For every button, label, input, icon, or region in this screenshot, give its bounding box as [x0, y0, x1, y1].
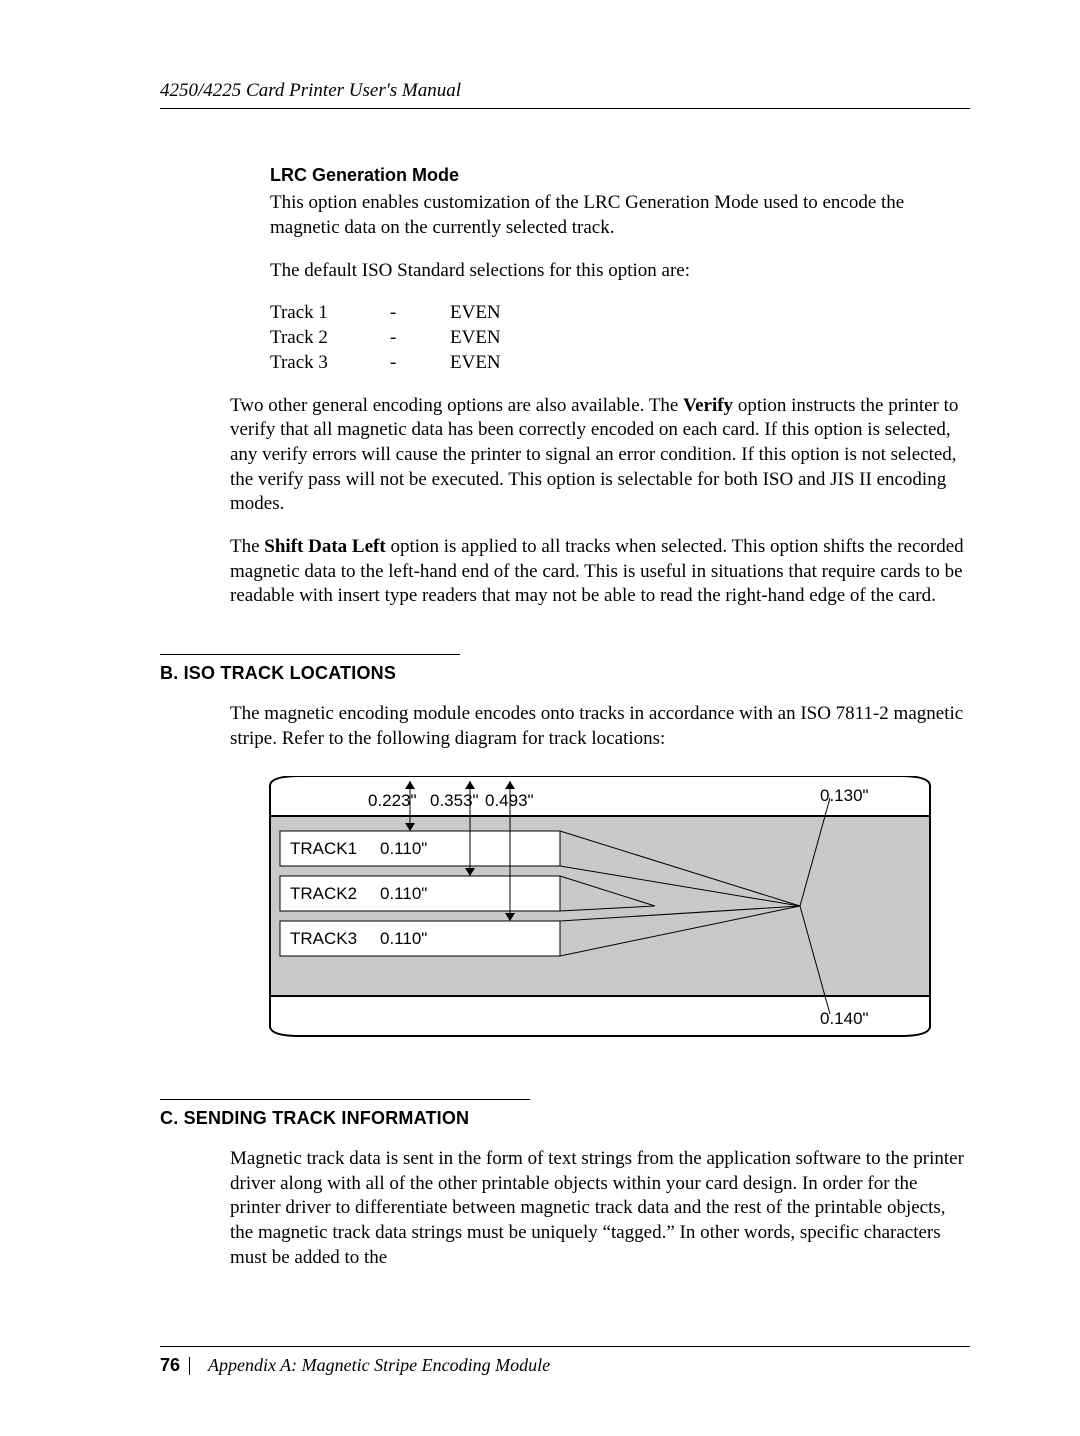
diagram-track2-label: TRACK2 [290, 884, 357, 903]
footer-divider [189, 1357, 190, 1375]
section-divider [160, 1099, 530, 1100]
dash: - [390, 326, 410, 351]
text: The [230, 536, 264, 557]
verify-option-label: Verify [683, 395, 733, 416]
lrc-para-2: The default ISO Standard selections for … [270, 259, 970, 284]
text: Two other general encoding options are a… [230, 395, 683, 416]
section-c-heading: C. SENDING TRACK INFORMATION [160, 1108, 970, 1129]
verify-para: Two other general encoding options are a… [230, 394, 970, 517]
page: 4250/4225 Card Printer User's Manual LRC… [0, 0, 1080, 1436]
table-row: Track 2 - EVEN [270, 326, 970, 351]
section-c-body: Magnetic track data is sent in the form … [230, 1147, 970, 1270]
track-value: EVEN [450, 301, 530, 326]
dash: - [390, 351, 410, 376]
table-row: Track 3 - EVEN [270, 351, 970, 376]
edge-top: 0.130" [820, 786, 869, 805]
section-c-para: Magnetic track data is sent in the form … [230, 1147, 970, 1270]
diagram-track1-width: 0.110" [380, 839, 427, 858]
page-number: 76 [160, 1355, 180, 1375]
lrc-defaults-table: Track 1 - EVEN Track 2 - EVEN Track 3 - … [270, 301, 970, 375]
offset-c: 0.493" [485, 791, 534, 810]
dash: - [390, 301, 410, 326]
track-label: Track 1 [270, 301, 350, 326]
track-label: Track 2 [270, 326, 350, 351]
general-options: Two other general encoding options are a… [230, 394, 970, 610]
track-value: EVEN [450, 326, 530, 351]
diagram-track1-label: TRACK1 [290, 839, 357, 858]
lrc-section: LRC Generation Mode This option enables … [270, 164, 970, 376]
diagram-track2-width: 0.110" [380, 884, 427, 903]
section-divider [160, 654, 460, 655]
offset-b: 0.353" [430, 791, 479, 810]
shift-para: The Shift Data Left option is applied to… [230, 535, 970, 609]
footer-text: Appendix A: Magnetic Stripe Encoding Mod… [208, 1355, 550, 1375]
diagram-track3-label: TRACK3 [290, 929, 357, 948]
diagram-track3-width: 0.110" [380, 929, 427, 948]
track-label: Track 3 [270, 351, 350, 376]
section-b-para: The magnetic encoding module encodes ont… [230, 702, 970, 751]
track-value: EVEN [450, 351, 530, 376]
edge-bottom: 0.140" [820, 1009, 869, 1028]
section-b-heading: B. ISO TRACK LOCATIONS [160, 663, 970, 684]
running-header: 4250/4225 Card Printer User's Manual [160, 80, 970, 109]
track-location-diagram: TRACK1 0.110" TRACK2 0.110" TRACK3 0.110… [260, 776, 970, 1054]
lrc-para-1: This option enables customization of the… [270, 191, 970, 240]
shift-option-label: Shift Data Left [264, 536, 385, 557]
page-footer: 76 Appendix A: Magnetic Stripe Encoding … [160, 1346, 970, 1376]
table-row: Track 1 - EVEN [270, 301, 970, 326]
offset-a: 0.223" [368, 791, 417, 810]
lrc-heading: LRC Generation Mode [270, 164, 970, 187]
section-b-body: The magnetic encoding module encodes ont… [230, 702, 970, 1054]
